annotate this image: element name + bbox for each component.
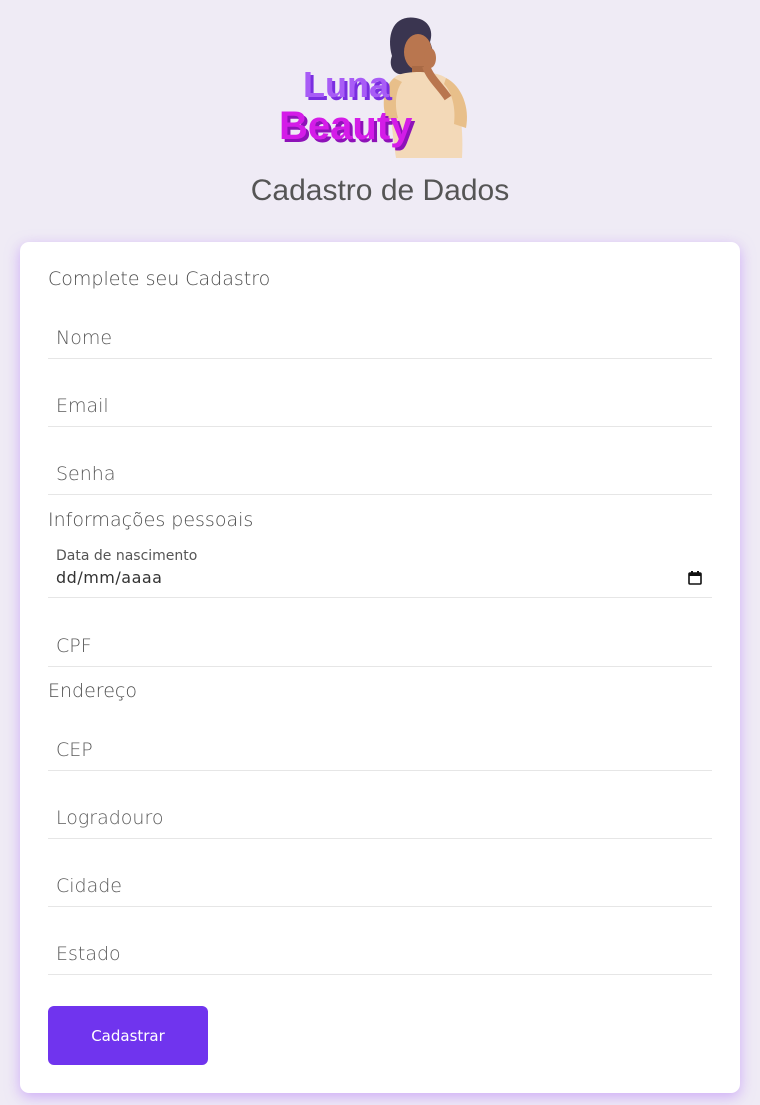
- form-heading: Complete seu Cadastro: [48, 268, 271, 290]
- senha-field: [48, 454, 712, 495]
- cidade-input[interactable]: [48, 866, 712, 906]
- cadastrar-button[interactable]: Cadastrar: [48, 1006, 208, 1065]
- svg-text:Luna: Luna: [303, 64, 390, 105]
- cidade-field: [48, 866, 712, 907]
- estado-field: [48, 934, 712, 975]
- email-input[interactable]: [48, 386, 712, 426]
- page-title: Cadastro de Dados: [250, 174, 510, 207]
- cpf-field: [48, 626, 712, 667]
- calendar-icon[interactable]: [688, 571, 702, 585]
- birthdate-value: dd/mm/aaaa: [56, 568, 163, 587]
- cpf-input[interactable]: [48, 626, 712, 666]
- cep-input[interactable]: [48, 730, 712, 770]
- logradouro-input[interactable]: [48, 798, 712, 838]
- birthdate-label: Data de nascimento: [56, 548, 198, 564]
- registration-card: Complete seu Cadastro Informações pessoa…: [20, 242, 740, 1093]
- estado-input[interactable]: [48, 934, 712, 974]
- email-field: [48, 386, 712, 427]
- svg-text:Beauty: Beauty: [279, 104, 413, 148]
- senha-input[interactable]: [48, 454, 712, 494]
- address-heading: Endereço: [48, 680, 137, 702]
- cep-field: [48, 730, 712, 771]
- nome-field: [48, 318, 712, 359]
- personal-info-heading: Informações pessoais: [48, 509, 254, 531]
- nome-input[interactable]: [48, 318, 712, 358]
- logradouro-field: [48, 798, 712, 839]
- birthdate-input[interactable]: Data de nascimento dd/mm/aaaa: [48, 542, 712, 598]
- luna-beauty-logo: Luna Luna Beauty Beauty: [279, 17, 468, 158]
